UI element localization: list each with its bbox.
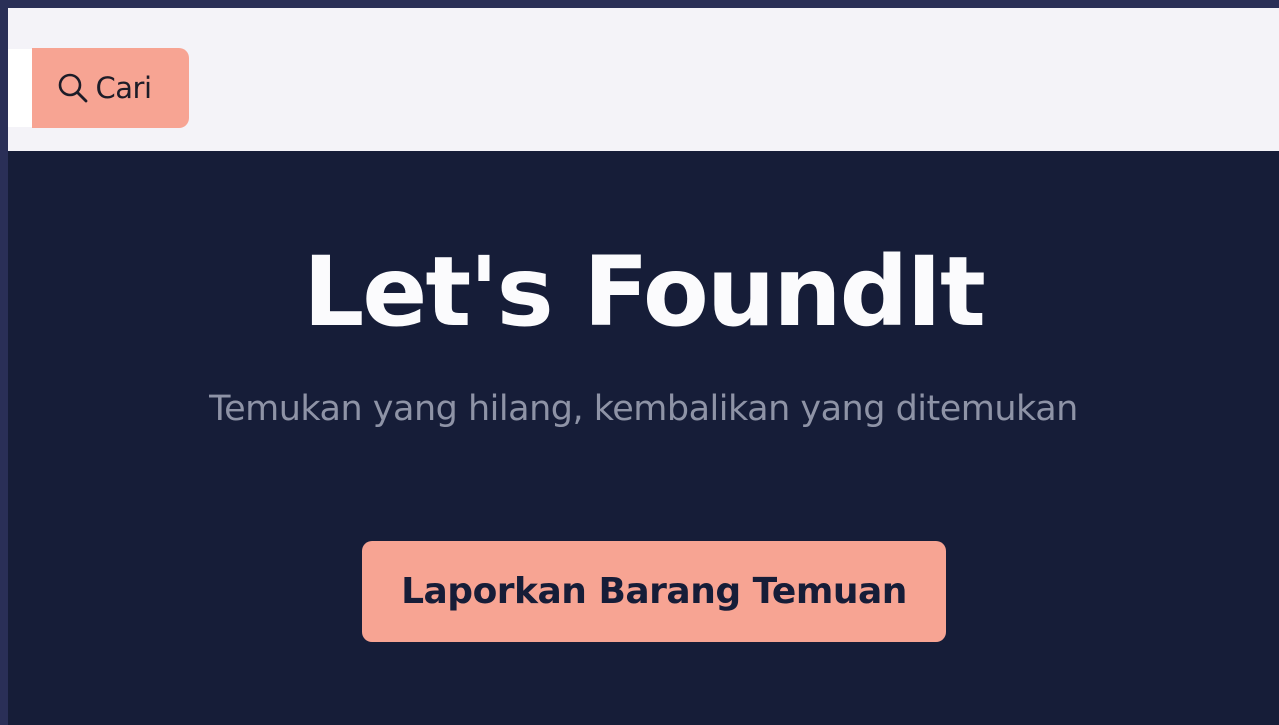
hero-subtitle: Temukan yang hilang, kembalikan yang dit… — [209, 389, 1078, 429]
navbar: Cari — [8, 8, 1279, 151]
hero-title: Let's FoundIt — [303, 236, 986, 348]
search-input[interactable] — [8, 49, 34, 127]
search-button-label: Cari — [95, 71, 153, 105]
search-icon — [56, 71, 90, 105]
search-button[interactable]: Cari — [32, 48, 189, 128]
hero-section: Let's FoundIt Temukan yang hilang, kemba… — [8, 151, 1279, 725]
app-frame: Cari Let's FoundIt Temukan yang hilang, … — [8, 8, 1279, 725]
report-found-item-button[interactable]: Laporkan Barang Temuan — [362, 541, 946, 642]
